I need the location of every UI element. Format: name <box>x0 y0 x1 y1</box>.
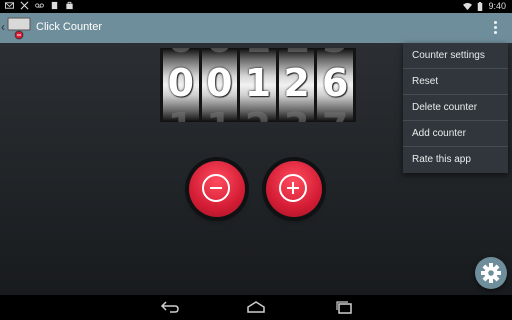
menu-item-reset[interactable]: Reset <box>403 69 508 95</box>
crossed-arrows-icon <box>20 1 29 10</box>
recent-apps-icon[interactable] <box>334 300 354 314</box>
minus-icon <box>202 174 230 202</box>
shopping-bag-icon <box>66 1 73 10</box>
counter-digit: 1 2 3 <box>278 48 315 122</box>
counter-digit-prev: 1 <box>240 48 276 60</box>
navigation-bar <box>0 295 512 320</box>
counter-digit-value: 0 <box>206 61 233 105</box>
decrement-button[interactable] <box>189 161 245 217</box>
counter-digit: 5 6 7 <box>317 48 353 122</box>
plus-icon <box>279 174 307 202</box>
app-title: Click Counter <box>36 21 103 33</box>
counter-digit-prev: 5 <box>317 48 353 60</box>
overflow-menu-icon[interactable] <box>494 21 498 35</box>
counter-display: 0 0 1 0 0 1 1 1 2 1 2 3 5 6 7 <box>160 48 356 122</box>
overflow-menu: Counter settings Reset Delete counter Ad… <box>403 43 508 173</box>
status-bar-notifications <box>5 1 74 10</box>
status-bar: 9:40 <box>0 0 512 13</box>
counter-digit-value: 0 <box>167 61 195 105</box>
app-icon[interactable] <box>7 16 31 40</box>
gear-icon <box>481 263 501 283</box>
counter-digit-next: 2 <box>240 106 276 122</box>
counter-digit-next: 1 <box>202 106 238 122</box>
counter-digit-next: 3 <box>279 106 315 122</box>
counter-app-logo-icon <box>7 17 31 40</box>
action-bar: ‹ Click Counter <box>0 13 512 43</box>
voicemail-icon <box>35 3 44 8</box>
counter-digit-prev: 0 <box>202 48 238 60</box>
mail-icon <box>5 2 14 9</box>
counter-digit-value: 2 <box>283 61 310 105</box>
status-bar-system: 9:40 <box>463 1 506 11</box>
counter-digit-prev: 0 <box>163 48 199 60</box>
counter-digit-prev: 1 <box>279 48 315 60</box>
menu-item-rate-app[interactable]: Rate this app <box>403 147 508 173</box>
battery-icon <box>478 1 483 11</box>
settings-button[interactable] <box>475 257 507 289</box>
counter-digit-next: 1 <box>163 106 199 122</box>
back-icon[interactable] <box>160 300 180 314</box>
menu-item-delete-counter[interactable]: Delete counter <box>403 95 508 121</box>
status-time: 9:40 <box>488 1 506 11</box>
sd-card-icon <box>51 1 58 10</box>
increment-button[interactable] <box>266 161 322 217</box>
menu-item-add-counter[interactable]: Add counter <box>403 121 508 147</box>
menu-item-counter-settings[interactable]: Counter settings <box>403 43 508 69</box>
counter-digit: 0 0 1 <box>163 48 199 122</box>
wifi-icon <box>463 2 473 10</box>
up-navigation-icon[interactable]: ‹ <box>1 21 5 33</box>
counter-digit: 1 1 2 <box>240 48 276 122</box>
counter-digit-value: 6 <box>321 61 349 105</box>
counter-digit: 0 0 1 <box>201 48 238 122</box>
counter-digit-next: 7 <box>317 106 353 122</box>
counter-digit-value: 1 <box>244 61 272 105</box>
home-icon[interactable] <box>246 300 266 314</box>
